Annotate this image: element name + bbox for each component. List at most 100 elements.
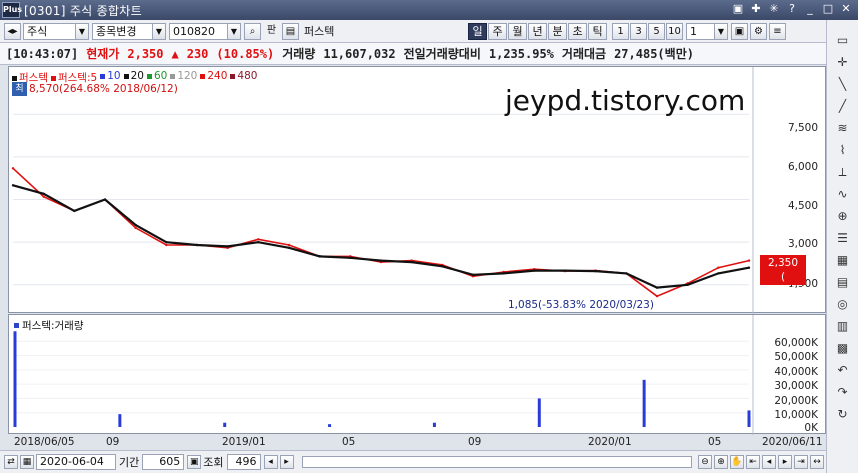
mode-label[interactable]: 판 (263, 23, 280, 40)
interval-select[interactable]: 1 ▼ (686, 22, 728, 40)
table-icon[interactable]: ▩ (831, 338, 855, 358)
data-point (686, 283, 689, 286)
scroll-right-icon[interactable]: ▸ (279, 455, 294, 469)
undo-icon[interactable]: ↶ (831, 360, 855, 380)
date-input[interactable]: 2020-06-04 (36, 454, 116, 470)
query-input[interactable]: 496 (226, 454, 261, 470)
query-icon[interactable]: ▣ (187, 455, 202, 469)
change-item-select[interactable]: 종목변경 ▼ (92, 22, 166, 40)
data-point (594, 269, 597, 273)
help-icon[interactable]: ? (784, 1, 800, 17)
price-label: 현재가 (86, 47, 120, 61)
query-label: 조회 (203, 456, 224, 469)
x-axis-tick: 05 (708, 436, 722, 448)
wave-icon[interactable]: ∿ (831, 184, 855, 204)
grid-icon[interactable]: ▤ (831, 272, 855, 292)
x-axis-tick: 09 (106, 436, 120, 448)
period-button-year[interactable]: 년 (528, 22, 547, 40)
data-point (502, 272, 505, 275)
data-point (42, 192, 45, 196)
period-button-day[interactable]: 일 (468, 22, 487, 40)
interval-button-5[interactable]: 5 (648, 22, 665, 40)
grid-icon[interactable]: ▦ (831, 250, 855, 270)
data-point (134, 226, 137, 230)
gear-icon[interactable]: ⚙ (750, 22, 767, 40)
chevron-down-icon[interactable]: ▼ (714, 23, 727, 39)
data-point (625, 272, 628, 275)
tool-icon[interactable]: ✛ (831, 52, 855, 72)
toolbar: ◂▸ 주식 ▼ 종목변경 ▼ 010820 ▼ ⌕ 판 ▤ 퍼스텍 일 주 월 … (0, 20, 826, 43)
last-icon[interactable]: ⇥ (794, 455, 808, 469)
draw-tool-icon[interactable]: ≋ (831, 118, 855, 138)
list-icon[interactable]: ☰ (831, 228, 855, 248)
volume-chart-pane[interactable] (8, 314, 826, 435)
x-axis-tick: 09 (468, 436, 482, 448)
settings-icon[interactable]: ✳ (766, 1, 782, 17)
scroll-left-icon[interactable]: ◂ (263, 455, 278, 469)
fit-icon[interactable]: ↔ (810, 455, 824, 469)
hand-icon[interactable]: ✋ (730, 455, 744, 469)
stock-code-input[interactable]: 010820 ▼ (169, 22, 241, 40)
chart-tool-icon[interactable]: ╱ (831, 96, 855, 116)
search-icon[interactable]: ⌕ (244, 22, 261, 40)
menu-icon[interactable]: ≡ (769, 22, 786, 40)
x-axis-tick: 2020/06/11 (762, 436, 823, 448)
series-line (12, 184, 750, 289)
line-tool-icon[interactable]: ╲ (831, 74, 855, 94)
data-point (747, 259, 751, 262)
period-button-minute[interactable]: 분 (548, 22, 567, 40)
watermark-text: jeypd.tistory.com (505, 84, 746, 117)
interval-button-10[interactable]: 10 (666, 22, 683, 40)
legend-marker (200, 73, 206, 79)
zoom-icon[interactable]: ⊕ (831, 206, 855, 226)
period-button-month[interactable]: 월 (508, 22, 527, 40)
high-annotation: 8,570(264.68% 2018/06/12) (29, 83, 178, 95)
prev-icon[interactable]: ◂ (762, 455, 776, 469)
data-point (533, 269, 536, 272)
close-icon[interactable]: ✕ (838, 1, 854, 17)
volume-legend: 퍼스텍:거래량 (14, 318, 84, 333)
period-button-tick[interactable]: 틱 (588, 22, 607, 40)
chevron-down-icon[interactable]: ▼ (152, 23, 165, 39)
target-icon[interactable]: ◎ (831, 294, 855, 314)
collapse-icon[interactable]: ▭ (831, 30, 855, 50)
data-point (11, 167, 15, 170)
interval-button-1[interactable]: 1 (612, 22, 629, 40)
zoom-out-icon[interactable]: ⊖ (698, 455, 712, 469)
chevron-down-icon[interactable]: ▼ (227, 23, 240, 39)
next-icon[interactable]: ▸ (778, 455, 792, 469)
legend-marker (12, 75, 17, 81)
stock-code-value: 010820 (173, 24, 215, 38)
period-button-week[interactable]: 주 (488, 22, 507, 40)
market-select[interactable]: 주식 ▼ (23, 22, 89, 40)
volume-axis-tick: 50,000K (774, 351, 818, 363)
calendar-icon[interactable]: ▦ (20, 455, 34, 469)
volume-axis-tick: 40,000K (774, 366, 818, 378)
legend-label-ma10: 10 (107, 70, 121, 82)
refresh-icon[interactable]: ↻ (831, 404, 855, 424)
zoom-in-icon[interactable]: ⊕ (714, 455, 728, 469)
first-icon[interactable]: ⇤ (746, 455, 760, 469)
scroll-track[interactable] (301, 456, 692, 468)
save-icon[interactable]: ▣ (731, 22, 748, 40)
x-axis-tick: 2019/01 (222, 436, 266, 448)
legend-marker (50, 75, 56, 81)
redo-icon[interactable]: ↷ (831, 382, 855, 402)
interval-button-3[interactable]: 3 (630, 22, 647, 40)
link-icon[interactable]: ▣ (730, 1, 746, 17)
period-input[interactable]: 605 (142, 454, 185, 470)
minimize-icon[interactable]: _ (802, 1, 818, 17)
maximize-icon[interactable]: □ (820, 1, 836, 17)
auto-icon[interactable]: ⟂ (831, 162, 855, 182)
volume-label: 거래량 (282, 47, 316, 61)
period-button-second[interactable]: 초 (568, 22, 587, 40)
prev-next-arrows-icon[interactable]: ◂▸ (4, 22, 21, 40)
stock-logo-icon: ▤ (282, 22, 299, 40)
chevron-down-icon[interactable]: ▼ (75, 23, 88, 39)
chart-type-icon[interactable]: ⇄ (4, 455, 18, 469)
volume-axis-tick: 10,000K (774, 409, 818, 421)
volume-bar (747, 410, 751, 427)
pin-icon[interactable]: ✚ (748, 1, 764, 17)
bars-icon[interactable]: ▥ (831, 316, 855, 336)
indicator-icon[interactable]: ⌇ (831, 140, 855, 160)
